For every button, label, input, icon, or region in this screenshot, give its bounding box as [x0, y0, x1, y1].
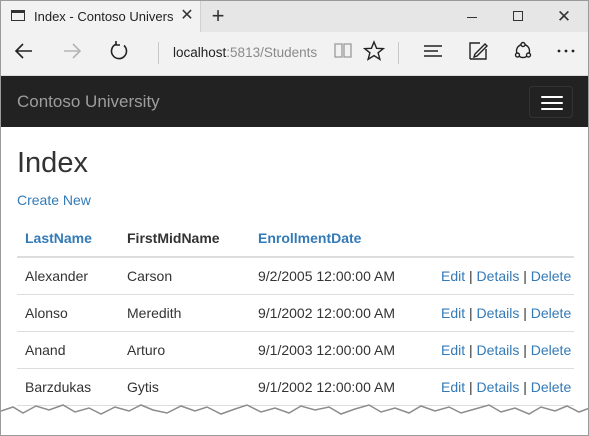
cell-lastname: Alonso [17, 294, 119, 332]
favorite-star-icon[interactable] [361, 40, 387, 66]
new-tab-button[interactable]: + [208, 4, 228, 28]
cell-lastname: Alexander [17, 257, 119, 295]
table-row: Alonso Meredith 9/1/2002 12:00:00 AM Edit |… [17, 294, 574, 332]
refresh-icon[interactable] [106, 40, 132, 66]
reading-view-icon[interactable] [330, 40, 356, 66]
address-bar[interactable]: localhost:5813/Students [173, 45, 317, 60]
page-content: Index Create New LastName FirstMidName E… [1, 127, 588, 435]
header-firstmidname: FirstMidName [119, 220, 250, 258]
more-icon[interactable] [553, 40, 579, 66]
edit-link[interactable]: Edit [441, 379, 465, 395]
edit-link[interactable]: Edit [441, 342, 465, 358]
table-row: Anand Arturo 9/1/2003 12:00:00 AM Edit | De… [17, 331, 574, 369]
action-separator: | [469, 379, 473, 395]
header-lastname[interactable]: LastName [17, 220, 119, 258]
details-link[interactable]: Details [477, 305, 520, 321]
toolbar-divider [398, 42, 399, 64]
edit-link[interactable]: Edit [441, 305, 465, 321]
action-separator: | [523, 268, 527, 284]
action-separator: | [523, 342, 527, 358]
page-title: Index [17, 147, 88, 179]
delete-link[interactable]: Delete [531, 379, 571, 395]
address-host: localhost [173, 45, 227, 60]
cell-actions: Edit | Details | Delete [433, 294, 574, 332]
address-path: :5813/Students [226, 45, 318, 60]
forward-icon[interactable] [59, 40, 85, 66]
cell-enrollmentdate: 9/1/2002 12:00:00 AM [250, 294, 433, 332]
details-link[interactable]: Details [477, 342, 520, 358]
cell-enrollmentdate: 9/1/2003 12:00:00 AM [250, 331, 433, 369]
hamburger-bar [541, 102, 563, 104]
maximize-button[interactable] [495, 1, 541, 32]
details-link[interactable]: Details [477, 379, 520, 395]
table-row: Alexander Carson 9/2/2005 12:00:00 AM Edit … [17, 257, 574, 295]
hamburger-bar [541, 96, 563, 98]
action-separator: | [469, 305, 473, 321]
web-note-icon[interactable] [465, 40, 491, 66]
cell-firstmidname: Arturo [119, 331, 250, 369]
tab-title: Index - Contoso Univers [34, 9, 174, 24]
browser-tab[interactable]: Index - Contoso Univers ✕ [1, 1, 201, 32]
browser-toolbar: localhost:5813/Students [1, 32, 588, 76]
action-separator: | [469, 268, 473, 284]
torn-edge [1, 404, 588, 435]
edit-link[interactable]: Edit [441, 268, 465, 284]
cell-enrollmentdate: 9/2/2005 12:00:00 AM [250, 257, 433, 295]
students-table: LastName FirstMidName EnrollmentDate Ale… [17, 220, 574, 406]
browser-window: Index - Contoso Univers ✕ + ✕ localhost:… [0, 0, 589, 436]
window-close-button[interactable]: ✕ [541, 1, 587, 32]
hamburger-bar [541, 108, 563, 110]
site-navbar: Contoso University [1, 76, 588, 127]
minimize-button[interactable] [449, 1, 495, 32]
hub-icon[interactable] [420, 40, 446, 66]
header-actions [433, 220, 574, 258]
delete-link[interactable]: Delete [531, 305, 571, 321]
cell-lastname: Anand [17, 331, 119, 369]
header-enrollmentdate[interactable]: EnrollmentDate [250, 220, 433, 258]
share-icon[interactable] [510, 40, 536, 66]
tab-bar: Index - Contoso Univers ✕ + ✕ [1, 1, 588, 32]
cell-actions: Edit | Details | Delete [433, 257, 574, 295]
delete-link[interactable]: Delete [531, 268, 571, 284]
action-separator: | [469, 342, 473, 358]
delete-link[interactable]: Delete [531, 342, 571, 358]
details-link[interactable]: Details [477, 268, 520, 284]
cell-actions: Edit | Details | Delete [433, 331, 574, 369]
navbar-toggle-button[interactable] [529, 86, 573, 118]
create-new-link[interactable]: Create New [17, 192, 91, 208]
action-separator: | [523, 379, 527, 395]
cell-firstmidname: Carson [119, 257, 250, 295]
cell-firstmidname: Meredith [119, 294, 250, 332]
tab-close-button[interactable]: ✕ [179, 7, 195, 25]
toolbar-divider [158, 42, 159, 64]
action-separator: | [523, 305, 527, 321]
table-header-row: LastName FirstMidName EnrollmentDate [17, 220, 574, 258]
back-icon[interactable] [11, 40, 37, 66]
page-icon [11, 10, 25, 21]
site-brand[interactable]: Contoso University [17, 92, 160, 112]
